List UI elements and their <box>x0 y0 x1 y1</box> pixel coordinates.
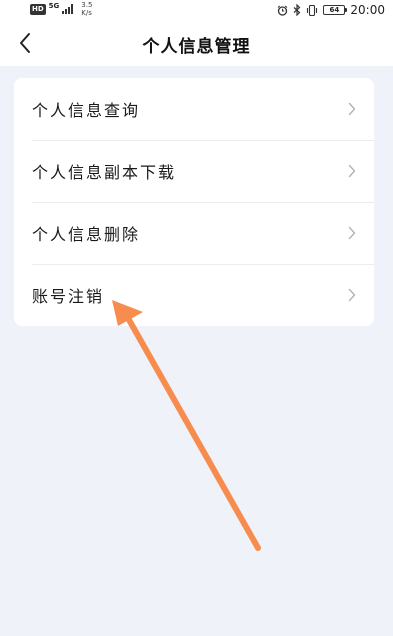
bluetooth-icon <box>294 4 301 16</box>
hd-badge: HD <box>30 3 46 15</box>
network-speed: 3.5 K/s <box>81 1 92 17</box>
signal-icon <box>62 4 74 14</box>
arrow-shaft <box>125 315 261 551</box>
header: 个人信息管理 <box>0 20 393 66</box>
menu-item-label: 个人信息查询 <box>32 101 141 120</box>
vibrate-icon <box>307 4 318 16</box>
chevron-right-icon <box>348 288 356 302</box>
chevron-right-icon <box>348 164 356 178</box>
menu-item-label: 个人信息副本下载 <box>32 163 177 182</box>
status-bar: HD 5G 3.5 K/s 64 20:00 <box>0 0 393 20</box>
menu-item-label: 个人信息删除 <box>32 225 141 244</box>
battery-icon: 64 <box>323 5 348 15</box>
menu-card: 个人信息查询 个人信息副本下载 个人信息删除 账号注销 <box>14 78 374 326</box>
menu-item-personal-info-query[interactable]: 个人信息查询 <box>14 78 374 140</box>
menu-item-account-cancellation[interactable]: 账号注销 <box>14 264 374 326</box>
status-left: HD 5G 3.5 K/s <box>30 1 92 17</box>
menu-item-personal-info-copy-download[interactable]: 个人信息副本下载 <box>14 140 374 202</box>
speed-unit: K/s <box>81 9 92 17</box>
page-title: 个人信息管理 <box>142 37 251 57</box>
clock: 20:00 <box>350 3 385 17</box>
network-type: 5G <box>48 2 60 10</box>
battery-level: 64 <box>329 6 340 14</box>
chevron-right-icon <box>348 226 356 240</box>
chevron-right-icon <box>348 102 356 116</box>
status-right: 64 20:00 <box>277 0 385 20</box>
alarm-icon <box>278 5 288 16</box>
menu-item-label: 账号注销 <box>32 287 105 306</box>
speed-value: 3.5 <box>81 1 93 9</box>
menu-item-personal-info-delete[interactable]: 个人信息删除 <box>14 202 374 264</box>
